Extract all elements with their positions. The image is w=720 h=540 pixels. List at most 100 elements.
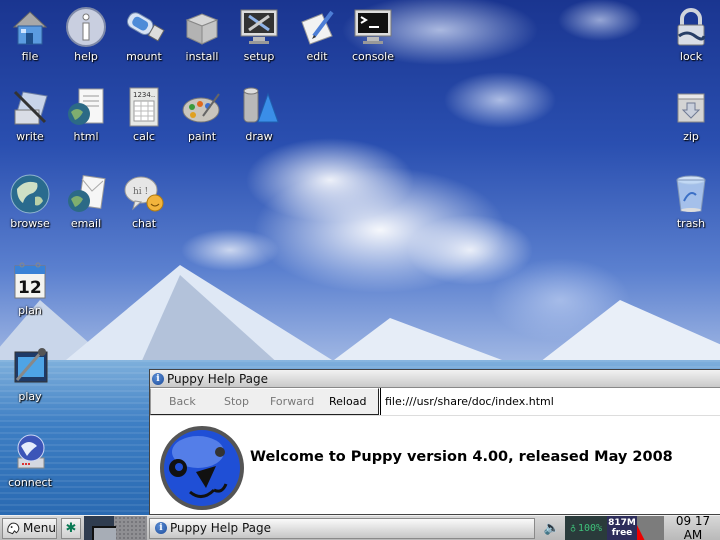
desktop-icon-paint[interactable]: paint — [172, 86, 232, 150]
desktop-icon-mount[interactable]: mount — [114, 6, 174, 70]
envelope-globe-icon — [68, 175, 106, 212]
spreadsheet-icon: 1234.. — [129, 87, 159, 127]
web-document-icon — [68, 88, 104, 125]
globe-icon — [10, 174, 50, 214]
package-box-icon — [185, 13, 219, 45]
desktop-icon-label: console — [351, 50, 395, 63]
shapes-icon — [243, 87, 279, 123]
desktop-icon-label: calc — [133, 130, 155, 143]
desktop-icon-label: browse — [10, 217, 50, 230]
desktop-icon-label: chat — [131, 217, 157, 230]
desktop-icon-plan[interactable]: 12 plan — [0, 260, 60, 324]
taskbar-item-help-page[interactable]: i Puppy Help Page — [149, 517, 535, 539]
terminal-icon — [354, 9, 392, 44]
desktop-icon-connect[interactable]: connect — [0, 432, 60, 496]
desktop-icon-label: email — [70, 217, 102, 230]
volume-icon[interactable]: 🔈 — [541, 518, 563, 539]
desktop-icon-label: connect — [8, 476, 52, 489]
desktop-icon-calc[interactable]: 1234.. calc — [114, 86, 174, 150]
network-connect-icon — [17, 434, 45, 469]
archive-icon — [677, 93, 705, 123]
taskbar-item-label: Puppy Help Page — [170, 521, 272, 535]
desktop-icon-label: setup — [243, 50, 275, 63]
window-titlebar[interactable]: i Puppy Help Page — [150, 370, 720, 388]
svg-text:1234..: 1234.. — [133, 91, 155, 99]
pager-desktop-1[interactable] — [84, 515, 116, 540]
desktop-icon-trash[interactable]: trash — [661, 173, 720, 237]
desktop-icon-label: draw — [245, 130, 273, 143]
puppy-logo-icon — [160, 426, 244, 510]
memory-value: 817M — [608, 518, 636, 528]
desktop-icon-lock[interactable]: lock — [661, 6, 720, 70]
desktop-icon-label: file — [21, 50, 39, 63]
tools-monitor-icon — [240, 9, 278, 44]
desktop-icon-zip[interactable]: zip — [661, 86, 720, 150]
battery-icon: ♁ — [569, 522, 576, 534]
battery-indicator[interactable]: ♁ 100% — [565, 515, 607, 540]
desktop-icon-setup[interactable]: setup — [229, 6, 289, 70]
asterisk-icon: ✱ — [65, 520, 77, 536]
desktop-pager — [84, 515, 147, 540]
info-icon — [66, 7, 106, 47]
calendar-day: 12 — [18, 278, 42, 298]
battery-percent: 100% — [577, 522, 603, 534]
reload-button[interactable]: Reload — [329, 395, 366, 408]
page-content: Welcome to Puppy version 4.00, released … — [150, 416, 720, 514]
desktop-icon-browse[interactable]: browse — [0, 173, 60, 237]
browser-toolbar: Back Stop Forward Reload file:///usr/sha… — [150, 388, 720, 416]
taskbar: Menu ✱ i Puppy Help Page 🔈 ♁ 100% 817M f… — [0, 514, 720, 540]
desktop-icon-write[interactable]: write — [0, 86, 60, 150]
desktop-icon-label: paint — [187, 130, 217, 143]
trash-can-icon — [676, 175, 706, 212]
padlock-icon — [677, 8, 706, 46]
info-icon: i — [155, 522, 167, 534]
welcome-heading: Welcome to Puppy version 4.00, released … — [250, 449, 673, 465]
desktop-icon-label: plan — [18, 304, 42, 317]
desktop-icon-edit[interactable]: edit — [287, 6, 347, 70]
desktop-icon-label: edit — [306, 50, 328, 63]
desktop-icon-html[interactable]: html — [56, 86, 116, 150]
desktop-icon-chat[interactable]: hi ! chat — [114, 173, 174, 237]
wallpaper-mountain — [330, 318, 510, 363]
word-processor-icon — [13, 90, 48, 125]
quick-launch-button[interactable]: ✱ — [61, 517, 81, 539]
pager-desktop-2[interactable] — [114, 515, 147, 540]
stop-button[interactable]: Stop — [224, 395, 270, 408]
back-button[interactable]: Back — [169, 395, 224, 408]
info-icon: i — [152, 372, 164, 385]
start-menu-button[interactable]: Menu — [2, 517, 57, 539]
desktop-icon-play[interactable]: play — [0, 346, 60, 410]
help-browser-window: i Puppy Help Page Back Stop Forward Relo… — [149, 369, 720, 515]
wallpaper-mountain-shadow — [140, 275, 280, 365]
home-icon — [12, 11, 48, 45]
free-memory-indicator[interactable]: 817M free — [607, 515, 637, 540]
desktop-icon-label: play — [18, 390, 42, 403]
media-player-icon — [14, 348, 48, 383]
memory-label: free — [611, 528, 633, 538]
desktop-icon-draw[interactable]: draw — [229, 86, 289, 150]
pen-paper-icon — [301, 10, 334, 45]
puppy-menu-icon — [7, 522, 20, 535]
nav-buttons: Back Stop Forward Reload — [150, 388, 379, 415]
clock[interactable]: 09 17 AM — [666, 514, 720, 540]
forward-button[interactable]: Forward — [270, 395, 329, 408]
menu-label: Menu — [23, 521, 56, 535]
wallpaper-mountain — [540, 300, 720, 362]
url-input[interactable]: file:///usr/share/doc/index.html — [380, 388, 720, 415]
cpu-monitor[interactable] — [637, 515, 664, 540]
desktop-icon-help[interactable]: help — [56, 6, 116, 70]
chat-bubble-icon: hi ! — [124, 176, 164, 212]
usb-drive-icon — [126, 12, 165, 42]
desktop-icon-email[interactable]: email — [56, 173, 116, 237]
desktop-icon-console[interactable]: console — [343, 6, 403, 70]
desktop-icon-label: help — [74, 50, 98, 63]
svg-text:hi !: hi ! — [133, 187, 148, 197]
desktop-icon-label: zip — [683, 130, 699, 143]
desktop-icon-label: mount — [126, 50, 162, 63]
desktop-icon-label: install — [185, 50, 219, 63]
desktop-icon-label: lock — [679, 50, 703, 63]
desktop-icon-label: html — [73, 130, 99, 143]
desktop-icon-install[interactable]: install — [172, 6, 232, 70]
desktop-icon-label: trash — [676, 217, 706, 230]
desktop-icon-file[interactable]: file — [0, 6, 60, 70]
